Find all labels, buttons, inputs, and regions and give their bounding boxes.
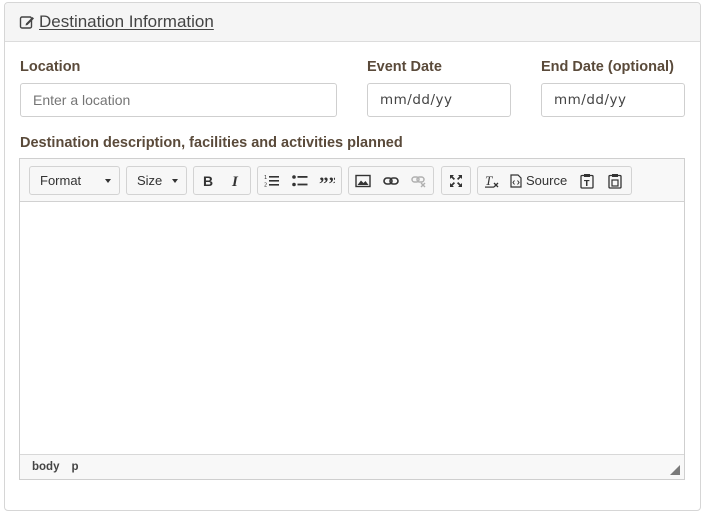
svg-text:””: ””	[319, 174, 335, 188]
svg-text:1: 1	[264, 175, 267, 181]
unlink-icon	[411, 174, 427, 188]
source-icon	[510, 173, 522, 188]
link-button[interactable]	[377, 167, 405, 194]
element-path-body[interactable]: body	[32, 461, 59, 473]
paste-text-button[interactable]: T	[573, 167, 601, 194]
tools-group: T Source T	[477, 166, 632, 195]
editor-content-area[interactable]	[20, 202, 684, 454]
chevron-down-icon	[172, 179, 178, 183]
italic-button[interactable]: I	[222, 167, 250, 194]
italic-icon: I	[229, 174, 243, 188]
location-label: Location	[20, 59, 81, 75]
location-input[interactable]	[20, 83, 337, 117]
description-label: Destination description, facilities and …	[20, 135, 403, 151]
element-path-p[interactable]: p	[71, 461, 78, 473]
unlink-button[interactable]	[405, 167, 433, 194]
size-dropdown-label: Size	[137, 173, 163, 188]
insert-group	[348, 166, 434, 195]
paste-word-button[interactable]	[601, 167, 629, 194]
bulleted-list-icon	[291, 174, 308, 188]
list-group: 1 2 ”	[257, 166, 342, 195]
numbered-list-button[interactable]: 1 2	[258, 167, 286, 194]
end-date-label: End Date (optional)	[541, 59, 674, 75]
svg-text:T: T	[485, 174, 493, 188]
paste-word-icon	[608, 173, 622, 189]
maximize-button[interactable]	[442, 167, 470, 194]
editor-toolbar: Format Size B I 1 2 ” T Source T	[20, 159, 684, 202]
source-button[interactable]: Source	[506, 167, 573, 194]
edit-icon	[19, 14, 35, 30]
event-date-label: Event Date	[367, 59, 442, 75]
bulleted-list-button[interactable]	[286, 167, 314, 194]
basic-styles-group: B I	[193, 166, 251, 195]
numbered-list-icon: 1 2	[264, 174, 280, 188]
bold-button[interactable]: B	[194, 167, 222, 194]
maximize-icon	[449, 174, 463, 188]
paste-text-icon: T	[580, 173, 594, 189]
blockquote-button[interactable]: ””	[313, 167, 341, 194]
link-icon	[383, 174, 399, 188]
source-button-label: Source	[526, 173, 568, 188]
svg-text:T: T	[584, 179, 590, 188]
event-date-input[interactable]: mm/dd/yy	[367, 83, 511, 117]
editor-statusbar: body p	[20, 454, 684, 479]
format-dropdown-label: Format	[40, 173, 82, 188]
end-date-input[interactable]: mm/dd/yy	[541, 83, 685, 117]
panel-title: Destination Information	[39, 12, 214, 31]
quote-icon: ””	[319, 174, 335, 188]
svg-text:I: I	[231, 174, 239, 188]
remove-format-button[interactable]: T	[478, 167, 506, 194]
size-dropdown[interactable]: Size	[126, 166, 187, 195]
remove-format-icon: T	[484, 174, 500, 188]
maximize-group	[441, 166, 471, 195]
format-dropdown[interactable]: Format	[29, 166, 120, 195]
svg-text:2: 2	[264, 182, 267, 188]
image-button[interactable]	[349, 167, 377, 194]
image-icon	[355, 174, 371, 188]
panel-header: Destination Information	[5, 3, 700, 42]
chevron-down-icon	[105, 179, 111, 183]
resize-handle-icon[interactable]	[670, 465, 680, 475]
svg-text:B: B	[203, 174, 213, 188]
bold-icon: B	[201, 174, 215, 188]
rich-text-editor: Format Size B I 1 2 ” T Source T body p	[19, 158, 685, 480]
